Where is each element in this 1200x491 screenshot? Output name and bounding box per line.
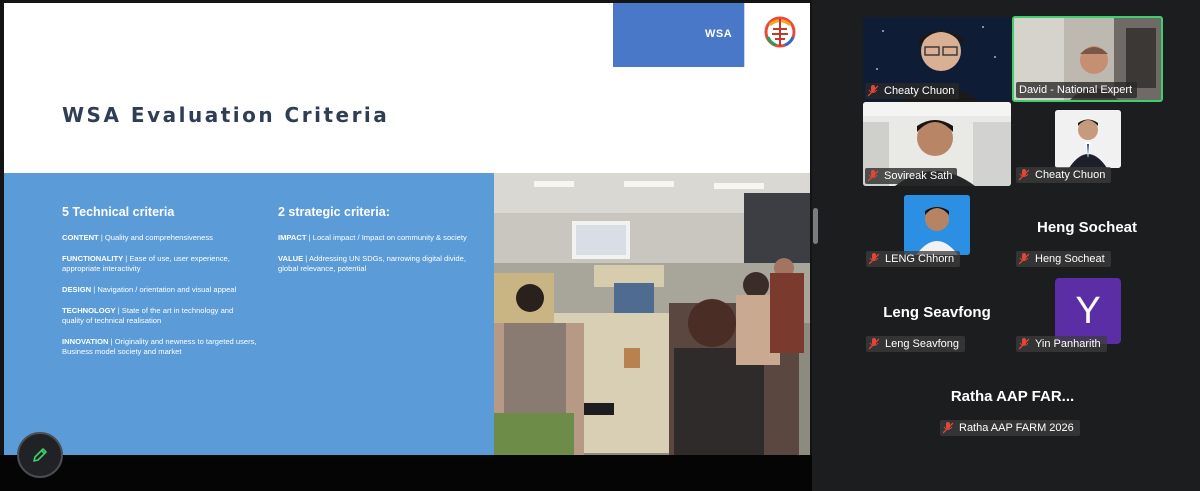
participant-display-name-heng-socheat: Heng Socheat <box>1036 219 1138 236</box>
criterion-content: CONTENT | Quality and comprehensiveness <box>62 233 213 242</box>
participant-avatar-leng-chhorn <box>904 195 970 255</box>
technical-heading: 5 Technical criteria <box>62 205 175 219</box>
wsa-logo-box <box>744 3 810 67</box>
slide-header: WSA WSA Evaluation Criteria <box>4 3 810 173</box>
participant-name-tag-ratha: Ratha AAP FARM 2026 <box>940 420 1080 436</box>
mic-muted-icon <box>868 170 878 182</box>
avatar-image <box>1055 110 1121 168</box>
mic-muted-icon <box>1019 169 1029 181</box>
meeting-window: WSA WSA Evaluation Criteria 5 Technical … <box>0 0 1200 491</box>
conference-room-image <box>494 173 810 455</box>
share-bottom-bar <box>0 455 812 491</box>
shared-screen: WSA WSA Evaluation Criteria 5 Technical … <box>0 0 812 491</box>
criterion-innovation: INNOVATION | Originality and newness to … <box>62 337 257 356</box>
wsa-brand-label: WSA <box>705 28 733 40</box>
avatar-image <box>904 195 970 255</box>
criterion-functionality: FUNCTIONALITY | Ease of use, user experi… <box>62 254 230 273</box>
participant-tile-david[interactable]: David - National Expert <box>1012 16 1163 102</box>
criterion-design: DESIGN | Navigation / orientation and vi… <box>62 285 237 294</box>
mic-muted-icon <box>943 422 953 434</box>
participant-name-tag: Cheaty Chuon <box>865 83 960 99</box>
criterion-technology: TECHNOLOGY | State of the art in technol… <box>62 306 234 325</box>
technical-criteria: 5 Technical criteria CONTENT | Quality a… <box>62 205 257 368</box>
participant-name-tag-heng-socheat: Heng Socheat <box>1016 251 1111 267</box>
wsa-logo-icon <box>764 16 796 48</box>
participant-name-tag-cheaty-chuon-2: Cheaty Chuon <box>1016 167 1112 183</box>
pen-icon <box>33 448 47 462</box>
annotate-pen-button[interactable] <box>17 432 63 478</box>
participant-display-name-leng-seavfong: Leng Seavfong <box>883 304 991 321</box>
wsa-banner: WSA <box>613 3 810 67</box>
criterion-value: VALUE | Addressing UN SDGs, narrowing di… <box>278 254 466 273</box>
mic-muted-icon <box>869 253 879 265</box>
criteria-panel: 5 Technical criteria CONTENT | Quality a… <box>4 173 494 455</box>
participant-name-tag-yin-panharith: Yin Panharith <box>1016 336 1107 352</box>
participant-display-name-ratha: Ratha AAP FAR... <box>950 388 1075 405</box>
participant-name-tag-leng-seavfong: Leng Seavfong <box>866 336 966 352</box>
participant-tile-sovireak-sath[interactable]: Sovireak Sath <box>863 102 1011 186</box>
presentation-slide: WSA WSA Evaluation Criteria 5 Technical … <box>4 3 810 455</box>
strategic-criteria: 2 strategic criteria: IMPACT | Local imp… <box>278 205 468 285</box>
strategic-heading: 2 strategic criteria: <box>278 205 390 219</box>
participant-avatar-yin-panharith: Y <box>1055 278 1121 344</box>
mic-muted-icon <box>868 85 878 97</box>
participant-avatar-cheaty-chuon-2 <box>1055 110 1121 168</box>
participant-name-tag-leng-chhorn: LENG Chhorn <box>866 251 961 267</box>
slide-title: WSA Evaluation Criteria <box>62 103 390 127</box>
participant-name-tag: Sovireak Sath <box>865 168 958 184</box>
mic-muted-icon <box>869 338 879 350</box>
panel-resize-handle[interactable] <box>813 208 818 244</box>
conference-photo <box>494 173 810 455</box>
mic-muted-icon <box>1019 253 1029 265</box>
participant-name-tag: David - National Expert <box>1016 82 1138 98</box>
criterion-impact: IMPACT | Local impact / Impact on commun… <box>278 233 467 242</box>
mic-muted-icon <box>1019 338 1029 350</box>
participant-tile-cheaty-chuon[interactable]: Cheaty Chuon <box>863 17 1011 101</box>
